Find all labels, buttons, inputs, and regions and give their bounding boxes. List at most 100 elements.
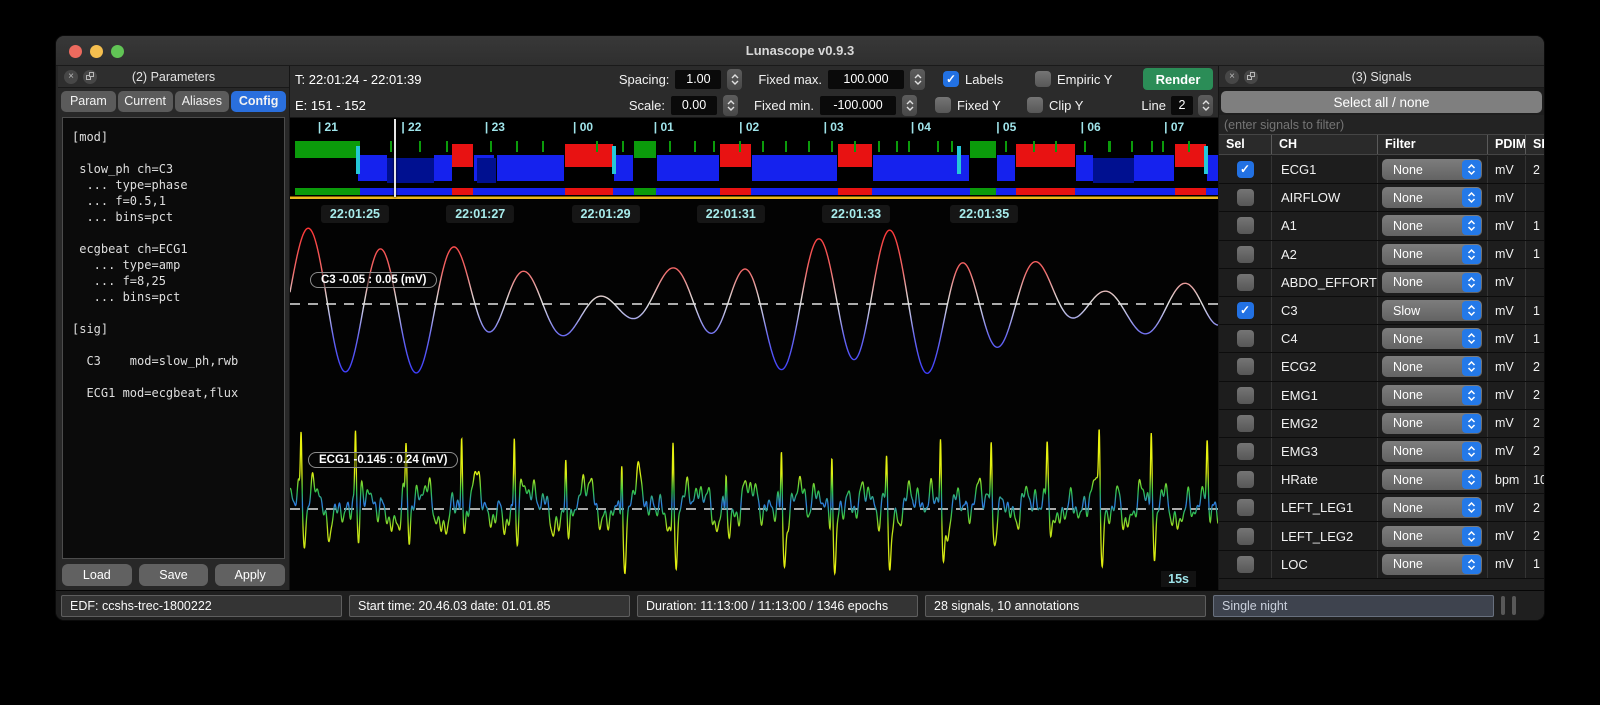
filter-dropdown[interactable]: None — [1382, 412, 1482, 434]
line-label: Line — [1141, 97, 1166, 113]
float-panel-icon[interactable] — [1244, 70, 1258, 84]
filter-dropdown[interactable]: None — [1382, 187, 1482, 209]
select-all-none-button[interactable]: Select all / none — [1221, 91, 1542, 113]
signal-row[interactable]: AIRFLOW None mV — [1219, 184, 1544, 213]
fixed-min-input[interactable]: -100.000 — [820, 95, 896, 115]
hypnogram-band[interactable]: | 21 | 22 | 23 | 00 | 01 | 02 | 03 | 04 | 05 | 06… — [290, 118, 1218, 200]
signal-select-checkbox[interactable] — [1236, 330, 1254, 348]
filter-dropdown[interactable]: None — [1382, 159, 1482, 181]
signal-row[interactable]: A1 None mV 1 — [1219, 212, 1544, 241]
signal-select-checkbox[interactable] — [1236, 245, 1254, 263]
nrem-segment — [656, 155, 719, 181]
config-editor[interactable]: [mod] slow_ph ch=C3 ... type=phase ... f… — [62, 117, 285, 559]
pdim-value: mV — [1487, 325, 1525, 353]
dropdown-stepper-icon — [1462, 301, 1481, 321]
filter-dropdown[interactable]: None — [1382, 384, 1482, 406]
signal-row[interactable]: LEFT_LEG2 None mV 2 — [1219, 522, 1544, 551]
signal-row[interactable]: LEFT_LEG1 None mV 2 — [1219, 494, 1544, 523]
strip-wake — [634, 188, 656, 195]
signal-row[interactable]: C4 None mV 1 — [1219, 325, 1544, 354]
close-panel-icon[interactable]: × — [64, 70, 78, 84]
float-panel-icon[interactable] — [83, 70, 97, 84]
fixed-min-stepper[interactable] — [902, 94, 917, 116]
splitter-handle[interactable] — [1512, 596, 1516, 615]
signal-select-checkbox[interactable] — [1236, 386, 1254, 404]
spacing-input[interactable]: 1.00 — [675, 69, 722, 89]
labels-checkbox[interactable] — [943, 71, 959, 87]
tab-param[interactable]: Param — [61, 91, 116, 112]
line-input[interactable]: 2 — [1171, 95, 1193, 115]
line-stepper[interactable] — [1198, 94, 1213, 116]
filter-dropdown[interactable]: Slow — [1382, 300, 1482, 322]
sr-value: 2 — [1525, 156, 1544, 184]
save-button[interactable]: Save — [138, 564, 209, 586]
c3-range-label: C3 -0.05 : 0.05 (mV) — [310, 272, 438, 288]
fixed-max-stepper[interactable] — [910, 68, 925, 90]
arousal-tick — [1151, 141, 1154, 152]
signal-row[interactable]: EMG1 None mV 2 — [1219, 381, 1544, 410]
channel-name: HRate — [1271, 466, 1377, 494]
close-panel-icon[interactable]: × — [1225, 70, 1239, 84]
signal-select-checkbox[interactable] — [1236, 189, 1254, 207]
signal-row[interactable]: ECG1 None mV2 — [1219, 156, 1544, 185]
signal-select-checkbox[interactable] — [1236, 499, 1254, 517]
transition-mark — [355, 146, 360, 174]
fixed-y-checkbox[interactable] — [935, 97, 951, 113]
filter-dropdown[interactable]: None — [1382, 469, 1482, 491]
hypnogram-cursor[interactable] — [393, 119, 396, 197]
signal-row[interactable]: C3 Slow mV1 — [1219, 296, 1544, 326]
signal-row[interactable]: LOC None mV 1 — [1219, 550, 1544, 579]
load-button[interactable]: Load — [62, 564, 132, 586]
signal-row[interactable]: HRate None bpm10 — [1219, 466, 1544, 495]
signal-row[interactable]: ECG2 None mV 2 — [1219, 353, 1544, 382]
signal-select-checkbox[interactable] — [1236, 302, 1254, 320]
signal-select-checkbox[interactable] — [1236, 217, 1254, 235]
filter-dropdown[interactable]: None — [1382, 271, 1482, 293]
spacing-stepper[interactable] — [727, 68, 743, 90]
signal-select-checkbox[interactable] — [1236, 161, 1254, 179]
tab-current[interactable]: Current — [117, 91, 173, 112]
arousal-tick — [762, 141, 765, 152]
filter-dropdown[interactable]: None — [1382, 553, 1482, 575]
signal-select-checkbox[interactable] — [1236, 471, 1254, 489]
signal-select-checkbox[interactable] — [1236, 442, 1254, 460]
fixed-max-input[interactable]: 100.000 — [828, 69, 904, 89]
filter-dropdown[interactable]: None — [1382, 328, 1482, 350]
filter-dropdown[interactable]: None — [1382, 440, 1482, 462]
pdim-value: mV — [1487, 353, 1525, 381]
signals-table-header: Sel CHFilterPDIMSR — [1219, 134, 1544, 155]
signal-plot-area[interactable]: 22:01:25 22:01:27 22:01:29 22:01:31 22:01:33… — [290, 200, 1218, 590]
arousal-tick — [908, 141, 911, 152]
signal-filter-input[interactable] — [1219, 115, 1544, 134]
signal-select-checkbox[interactable] — [1236, 555, 1254, 573]
signal-row[interactable]: EMG2 None mV 2 — [1219, 409, 1544, 438]
deep-sleep-segment — [1092, 158, 1135, 183]
view-mode-select[interactable]: Single night — [1213, 594, 1494, 617]
hypnogram-timeline-bar — [290, 196, 1218, 199]
filter-dropdown[interactable]: None — [1382, 356, 1482, 378]
tab-config[interactable]: Config — [231, 91, 286, 112]
arousal-tick — [1108, 141, 1111, 152]
arousal-tick — [1162, 141, 1165, 152]
apply-button[interactable]: Apply — [215, 564, 286, 586]
empiric-y-checkbox[interactable] — [1035, 71, 1051, 87]
filter-dropdown[interactable]: None — [1382, 215, 1482, 237]
signal-select-checkbox[interactable] — [1236, 273, 1254, 291]
hour-label: | 05 — [996, 120, 1017, 134]
scale-stepper[interactable] — [723, 94, 739, 116]
signal-select-checkbox[interactable] — [1236, 527, 1254, 545]
render-button[interactable]: Render — [1143, 68, 1213, 90]
filter-dropdown[interactable]: None — [1382, 243, 1482, 265]
tab-aliases[interactable]: Aliases — [174, 91, 230, 112]
signal-select-checkbox[interactable] — [1236, 358, 1254, 376]
clip-y-checkbox[interactable] — [1027, 97, 1043, 113]
filter-dropdown[interactable]: None — [1382, 497, 1482, 519]
scale-input[interactable]: 0.00 — [671, 95, 718, 115]
signal-row[interactable]: ABDO_EFFORT None mV — [1219, 268, 1544, 297]
signal-select-checkbox[interactable] — [1236, 414, 1254, 432]
splitter-handle[interactable] — [1501, 596, 1505, 615]
hour-label: | 01 — [653, 120, 674, 134]
signal-row[interactable]: EMG3 None mV 2 — [1219, 437, 1544, 467]
signal-row[interactable]: A2 None mV 1 — [1219, 240, 1544, 269]
filter-dropdown[interactable]: None — [1382, 525, 1482, 547]
